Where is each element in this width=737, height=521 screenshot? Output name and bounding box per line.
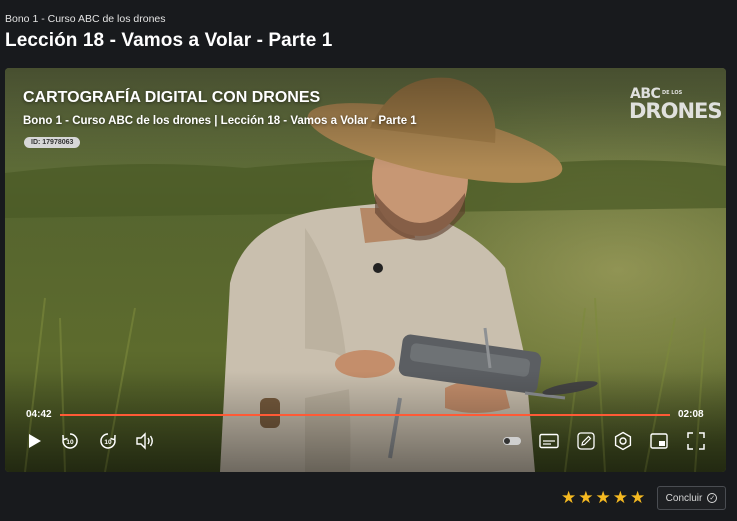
- brand-logo-sub: DE LOS: [662, 90, 683, 96]
- current-time: 04:42: [26, 409, 52, 420]
- brand-logo: ABC DE LOS DRONES: [626, 83, 722, 127]
- complete-lesson-label: Concluir: [665, 492, 703, 504]
- star-icon[interactable]: ★: [561, 489, 576, 506]
- video-overlay-subtitle: Bono 1 - Curso ABC de los drones | Lecci…: [23, 115, 417, 127]
- lesson-page: Bono 1 - Curso ABC de los drones Lección…: [0, 0, 737, 521]
- progress-fill: [60, 414, 670, 416]
- volume-button[interactable]: [134, 430, 156, 452]
- play-icon: [29, 434, 41, 448]
- captions-icon: [539, 433, 559, 449]
- rewind-10-icon: 10: [62, 433, 78, 449]
- rewind-10-label: 10: [66, 439, 74, 446]
- forward-10-icon: 10: [100, 433, 116, 449]
- fullscreen-icon: [687, 432, 705, 450]
- rewind-10-button[interactable]: 10: [59, 430, 81, 452]
- settings-icon: [614, 431, 632, 451]
- star-icon[interactable]: ★: [613, 489, 628, 506]
- brand-logo-drones: DRONES: [629, 99, 722, 123]
- progress-bar[interactable]: [60, 414, 670, 416]
- star-icon[interactable]: ★: [578, 489, 593, 506]
- settings-button[interactable]: [612, 430, 634, 452]
- notes-button[interactable]: [575, 430, 597, 452]
- breadcrumb[interactable]: Bono 1 - Curso ABC de los drones: [5, 13, 166, 25]
- forward-10-label: 10: [104, 439, 112, 446]
- star-icon[interactable]: ★: [630, 489, 645, 506]
- volume-icon: [136, 432, 153, 450]
- page-title: Lección 18 - Vamos a Volar - Parte 1: [5, 30, 333, 51]
- forward-10-button[interactable]: 10: [97, 430, 119, 452]
- play-button[interactable]: [24, 430, 46, 452]
- pencil-icon: [577, 432, 595, 450]
- check-circle-icon: ✓: [707, 493, 718, 503]
- star-icon[interactable]: ★: [596, 489, 611, 506]
- toggle-switch[interactable]: [501, 430, 523, 452]
- video-id-badge: ID: 17978063: [24, 137, 81, 148]
- total-time: 02:08: [678, 409, 704, 420]
- fullscreen-button[interactable]: [685, 430, 707, 452]
- video-player[interactable]: CARTOGRAFÍA DIGITAL CON DRONES Bono 1 - …: [5, 68, 726, 472]
- picture-in-picture-button[interactable]: [648, 430, 670, 452]
- toggle-icon: [503, 437, 521, 445]
- complete-lesson-button[interactable]: Concluir ✓: [657, 486, 726, 510]
- picture-in-picture-icon: [650, 433, 668, 449]
- rating-stars[interactable]: ★ ★ ★ ★ ★: [561, 489, 645, 506]
- video-overlay-title: CARTOGRAFÍA DIGITAL CON DRONES: [23, 89, 321, 106]
- video-frame[interactable]: [5, 68, 726, 472]
- captions-button[interactable]: [538, 430, 560, 452]
